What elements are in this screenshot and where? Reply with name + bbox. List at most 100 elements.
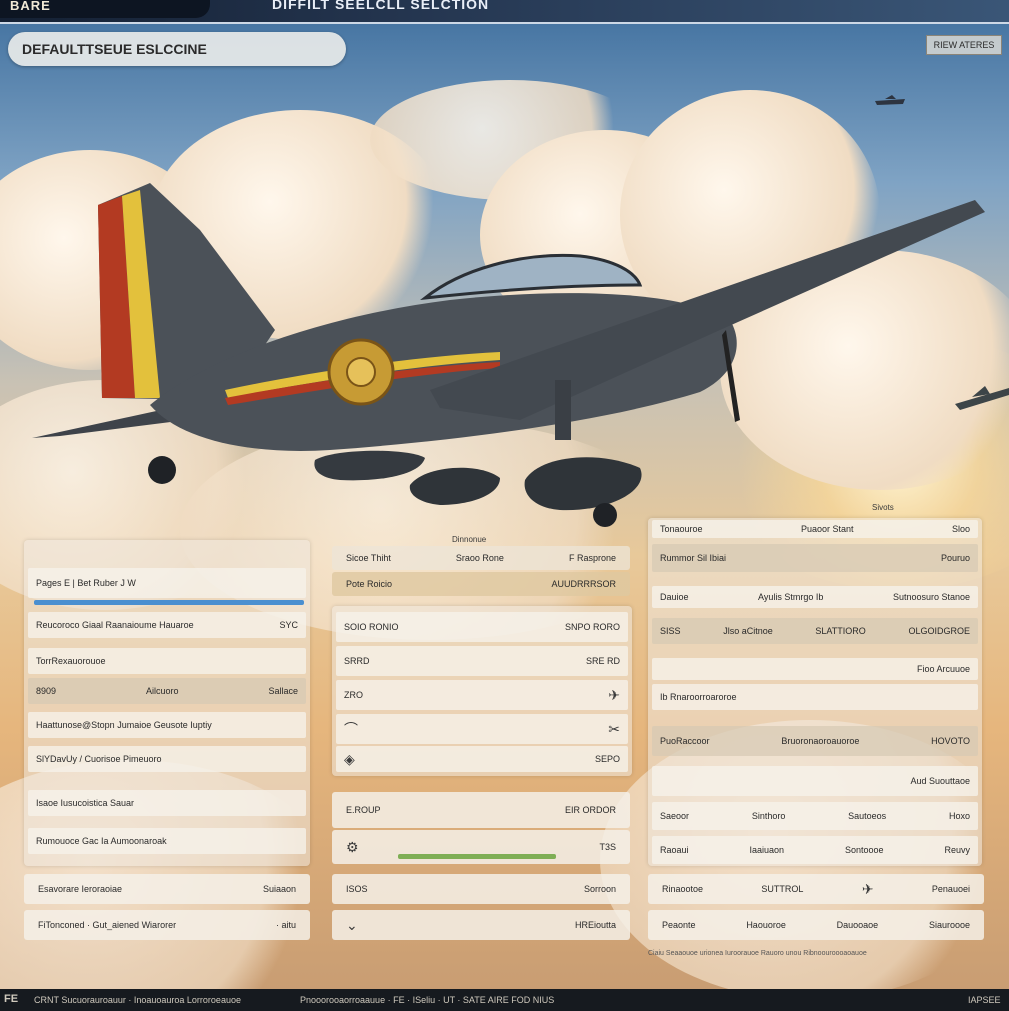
- grid-row[interactable]: ◈ SEPO: [336, 746, 628, 772]
- row-cell: SLATTIORO: [815, 626, 866, 636]
- button-mid: Dauooaoe: [836, 920, 879, 930]
- stat-cell: EIR ORDOR: [564, 805, 616, 815]
- right-row[interactable]: Rummor Sil Ibiai Pouruo: [652, 544, 978, 572]
- button-value: · aitu: [275, 920, 296, 930]
- row-label: Rumouoce Gac Ia Aumoonaroak: [36, 836, 167, 846]
- list-item[interactable]: Isaoe Iusucoistica Sauar: [28, 790, 306, 816]
- button-label: Esavorare Ieroraoiae: [38, 884, 123, 894]
- row-cell: Sinthoro: [751, 811, 786, 821]
- row-cell: Sutnoosuro Stanoe: [892, 592, 970, 602]
- filter-dropdown[interactable]: DEFAULTTSEUE ESLCCINE: [8, 32, 346, 66]
- scissors-icon: ✂: [608, 720, 620, 737]
- right-row[interactable]: PuoRaccoor Bruoronaoroauoroe HOVOTO: [652, 726, 978, 756]
- row-cell: Hoxo: [948, 811, 970, 821]
- right-row[interactable]: SISS Jlso aCitnoe SLATTIORO OLGOIDGROE: [652, 618, 978, 644]
- row-cell: Sontoooe: [844, 845, 884, 855]
- row-label: Haattunose@Stopn Jumaioe Geusote Iuptiy: [36, 720, 212, 730]
- distant-plane-icon: [875, 95, 905, 105]
- row-label: TorrRexauorouoe: [36, 656, 106, 666]
- row-label: Reucoroco Giaal Raanaioume Hauaroe: [36, 620, 194, 630]
- grid-cell: SRE RD: [585, 656, 620, 666]
- header-cell: Sicoe Thiht: [346, 553, 391, 563]
- top-right-button[interactable]: RIEW ATERES: [926, 35, 1002, 55]
- stat-cell: E.ROUP: [346, 805, 381, 815]
- row-cell: Bruoronaoroauoroe: [781, 736, 860, 746]
- button-label: Peaonte: [662, 920, 696, 930]
- row-cell: Pouruo: [940, 553, 970, 563]
- row-cell: Tonaouroe: [660, 524, 703, 534]
- right-row[interactable]: Fioo Arcuuoe: [652, 658, 978, 680]
- grid-cell: ZRO: [344, 690, 363, 700]
- header-cell: AUUDRRRSOR: [551, 579, 616, 589]
- right-stats-panel: Tonaouroe Puaoor Stant Sloo Rummor Sil I…: [648, 518, 982, 866]
- list-item[interactable]: 8909 Ailcuoro Sallace: [28, 678, 306, 704]
- grid-cell: SRRD: [344, 656, 370, 666]
- button-value: Penauoei: [931, 884, 970, 894]
- list-item[interactable]: SlYDavUy / Cuorisoe Pimeuoro: [28, 746, 306, 772]
- list-item[interactable]: Rumouoce Gac Ia Aumoonaroak: [28, 828, 306, 854]
- plane-icon: ✈: [861, 880, 874, 897]
- mid-header-row[interactable]: Pote Roicio AUUDRRRSOR: [332, 572, 630, 596]
- grid-cell: SOIO RONIO: [344, 622, 399, 632]
- right-row[interactable]: Tonaouroe Puaoor Stant Sloo: [652, 520, 978, 538]
- row-cell: Raoaui: [660, 845, 689, 855]
- header-cell: Sraoo Rone: [455, 553, 504, 563]
- row-cell: OLGOIDGROE: [908, 626, 970, 636]
- button-mid: Haouoroe: [746, 920, 786, 930]
- button-label: FiTonconed · Gut_aiened Wiarorer: [38, 920, 177, 930]
- button-label: ISOS: [346, 884, 368, 894]
- list-item[interactable]: Haattunose@Stopn Jumaioe Geusote Iuptiy: [28, 712, 306, 738]
- button-value: Siauroooe: [928, 920, 970, 930]
- mid-grid-panel: SOIO RONIO SNPO RORO SRRD SRE RD ZRO ✈ ⌒…: [332, 606, 632, 776]
- left-footer-button[interactable]: FiTonconed · Gut_aiened Wiarorer · aitu: [24, 910, 310, 940]
- row-cell: Sautoeos: [848, 811, 887, 821]
- row-cell: SISS: [660, 626, 681, 636]
- header-cell: Pote Roicio: [346, 579, 393, 589]
- row-cell: Dauioe: [660, 592, 689, 602]
- left-title-row[interactable]: Pages E | Bet Ruber J W: [28, 568, 306, 598]
- list-item[interactable]: Reucoroco Giaal Raanaioume Hauaroe SYC: [28, 612, 306, 638]
- distant-plane-icon: [955, 386, 1009, 410]
- mid-caption: Dinnonue: [452, 535, 487, 544]
- left-footer-button[interactable]: Esavorare Ieroraoiae Suiaaon: [24, 874, 310, 904]
- grid-cell: SEPO: [594, 754, 620, 764]
- row-label: Isaoe Iusucoistica Sauar: [36, 798, 135, 808]
- filter-label: DEFAULTTSEUE ESLCCINE: [22, 41, 207, 57]
- button-mid: SUTTROL: [761, 884, 804, 894]
- mid-footer-button[interactable]: ⌄ HREioutta: [332, 910, 630, 940]
- stat-bar: [398, 854, 556, 859]
- right-row[interactable]: Raoaui Iaaiuaon Sontoooe Reuvy: [652, 836, 978, 864]
- header-cell: F Rasprone: [568, 553, 616, 563]
- left-title-text: Pages E | Bet Ruber J W: [36, 578, 136, 588]
- row-cell: Reuvy: [944, 845, 970, 855]
- mid-stat-row[interactable]: E.ROUP EIR ORDOR: [332, 792, 630, 828]
- row-cell: Saeoor: [660, 811, 690, 821]
- row-cell: Ayulis Stmrgo Ib: [758, 592, 824, 602]
- grid-row[interactable]: ⌒ ✂: [336, 714, 628, 744]
- right-row[interactable]: Saeoor Sinthoro Sautoeos Hoxo: [652, 802, 978, 830]
- plane-icon: ✈: [608, 686, 620, 703]
- row-cell: Rummor Sil Ibiai: [660, 553, 727, 563]
- list-item[interactable]: TorrRexauorouoe: [28, 648, 306, 674]
- right-row[interactable]: Aud Suouttaoe: [652, 766, 978, 796]
- chevron-down-icon: ⌄: [346, 916, 358, 933]
- row-cell: Fioo Arcuuoe: [916, 664, 970, 674]
- grid-row[interactable]: ZRO ✈: [336, 680, 628, 710]
- row-value: Sallace: [268, 686, 298, 696]
- status-left: CRNT Sucuorauroauur · Inoauoauroa Lorror…: [34, 995, 241, 1005]
- grid-row[interactable]: SOIO RONIO SNPO RORO: [336, 612, 628, 642]
- left-stats-panel: Pages E | Bet Ruber J W Reucoroco Giaal …: [24, 540, 310, 866]
- right-footer-button[interactable]: Peaonte Haouoroe Dauooaoe Siauroooe: [648, 910, 984, 940]
- mid-header-row[interactable]: Sicoe Thiht Sraoo Rone F Rasprone: [332, 546, 630, 570]
- right-row[interactable]: Dauioe Ayulis Stmrgo Ib Sutnoosuro Stano…: [652, 586, 978, 608]
- button-value: HREioutta: [574, 920, 616, 930]
- mid-footer-button[interactable]: ISOS Sorroon: [332, 874, 630, 904]
- right-row[interactable]: Ib Rnaroorroaroroe: [652, 684, 978, 710]
- top-bar: BARE DIFFILT SEELCLL SELCTION: [0, 0, 1009, 24]
- row-label: SlYDavUy / Cuorisoe Pimeuoro: [36, 754, 162, 764]
- grid-row[interactable]: SRRD SRE RD: [336, 646, 628, 676]
- button-label: Rinaootoe: [662, 884, 704, 894]
- status-bar: FE CRNT Sucuorauroauur · Inoauoauroa Lor…: [0, 989, 1009, 1011]
- right-footer-button[interactable]: Rinaootoe SUTTROL ✈ Penauoei: [648, 874, 984, 904]
- right-note: Ciaiu Seaaouoe urionea Iuroorauoe Rauoro…: [648, 950, 867, 957]
